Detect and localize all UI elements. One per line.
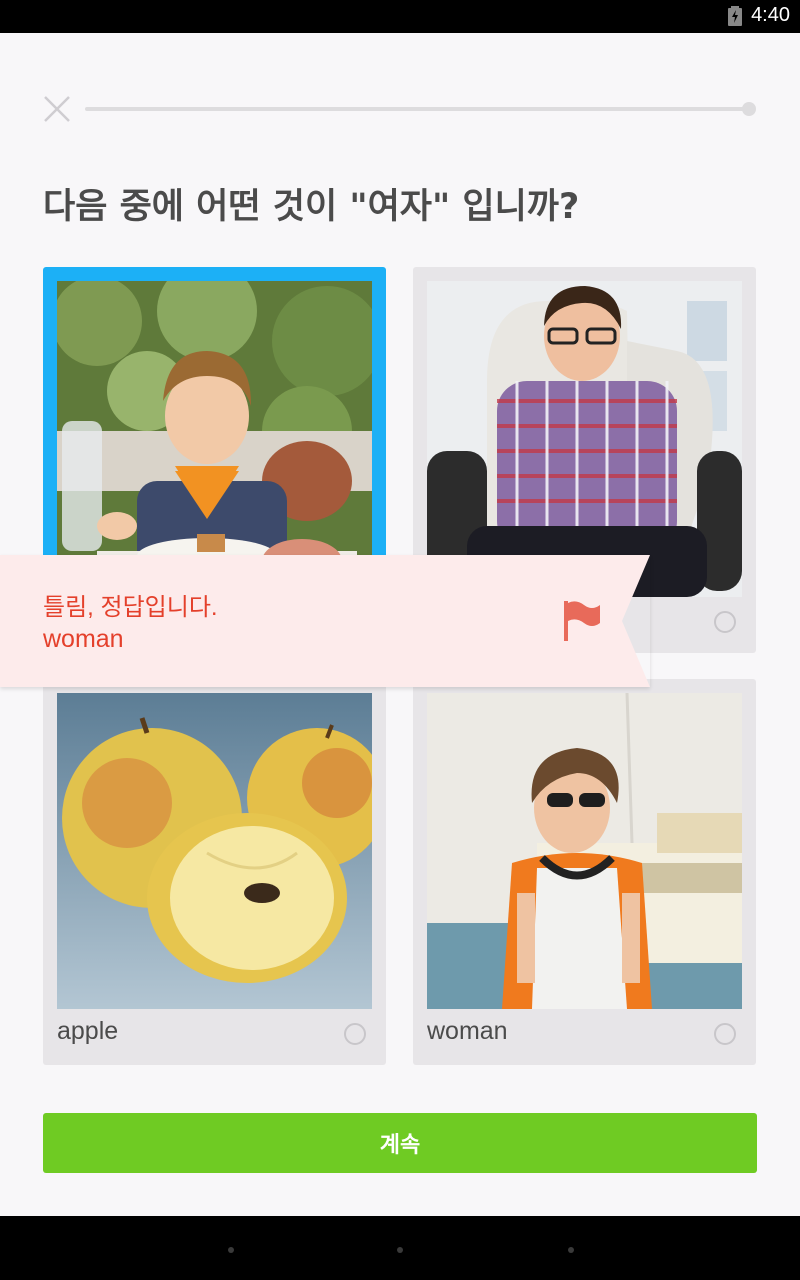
choice-card-apple[interactable]: apple [43,679,386,1065]
choice-radio[interactable] [714,1023,736,1045]
boy-photo [57,281,372,597]
man-photo [427,281,742,597]
feedback-title: 틀림, 정답입니다. [43,594,218,621]
nav-back-icon[interactable] [228,1247,234,1253]
battery-charging-icon [728,6,742,26]
choice-radio[interactable] [344,1023,366,1045]
navigation-bar [0,1216,800,1280]
report-flag-icon[interactable] [562,599,602,643]
choice-label: woman [427,1017,508,1045]
choice-radio[interactable] [714,611,736,633]
apple-photo [57,693,372,1009]
choice-card-woman[interactable]: woman [413,679,756,1065]
status-bar: 4:40 [0,0,800,33]
progress-bar [85,107,750,111]
question-prompt: 다음 중에 어떤 것이 "여자" 입니까? [43,187,580,227]
close-icon[interactable] [43,95,71,123]
continue-button[interactable]: 계속 [43,1113,757,1173]
nav-recents-icon[interactable] [568,1247,574,1253]
feedback-correct-answer: woman [43,625,124,653]
progress-end-dot [742,102,756,116]
status-clock: 4:40 [751,4,790,26]
nav-home-icon[interactable] [397,1247,403,1253]
feedback-banner: 틀림, 정답입니다. woman [0,555,650,687]
choice-label: apple [57,1017,119,1045]
woman-photo [427,693,742,1009]
